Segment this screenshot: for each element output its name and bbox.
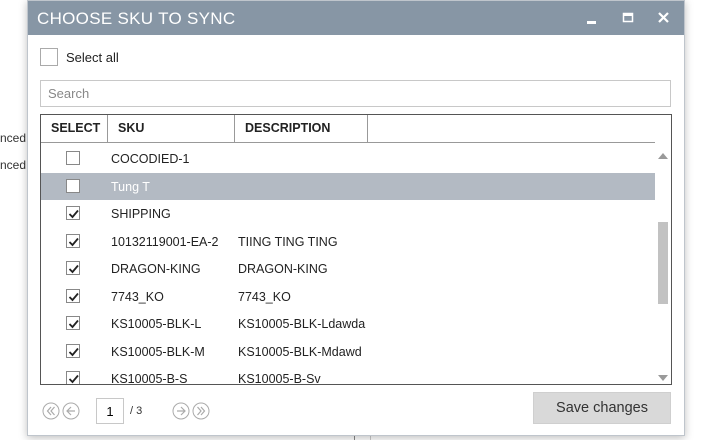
search-input[interactable] <box>40 80 671 107</box>
sku-cell: 10132119001-EA-2 <box>111 234 219 249</box>
description-cell: KS10005-BLK-Mdawd <box>238 344 362 359</box>
sku-grid: SELECT SKU DESCRIPTION COCODIED-1 Tung T S… <box>40 114 672 385</box>
checkmark-icon <box>68 292 79 301</box>
row-checkbox[interactable] <box>66 206 80 220</box>
dialog-titlebar[interactable]: CHOOSE SKU TO SYNC <box>28 1 684 35</box>
row-checkbox[interactable] <box>66 151 80 165</box>
description-cell: KS10005-BLK-Ldawda <box>238 317 366 331</box>
pager: / 3 <box>42 398 210 424</box>
last-page-icon[interactable] <box>192 402 210 420</box>
table-row[interactable]: SHIPPING <box>41 200 655 228</box>
dialog-title: CHOOSE SKU TO SYNC <box>37 9 236 28</box>
description-cell: 7743_KO <box>238 289 291 304</box>
sku-cell: Tung T <box>111 179 150 194</box>
background-text: nced <box>0 158 27 172</box>
description-cell: DRAGON-KING <box>238 262 328 276</box>
table-row[interactable]: KS10005-BLK-L KS10005-BLK-Ldawda <box>41 310 655 338</box>
checkmark-icon <box>68 237 79 246</box>
checkmark-icon <box>68 374 79 384</box>
next-page-icon[interactable] <box>172 402 190 420</box>
background-text: nced <box>0 131 27 145</box>
table-row[interactable]: DRAGON-KING DRAGON-KING <box>41 255 655 283</box>
sku-cell: KS10005-BLK-L <box>111 317 202 331</box>
checkmark-icon <box>68 347 79 356</box>
select-all-checkbox[interactable]: Select all <box>40 46 119 68</box>
minimize-icon[interactable] <box>580 7 602 29</box>
page-total: / 3 <box>130 405 143 417</box>
row-checkbox[interactable] <box>66 371 80 384</box>
row-checkbox[interactable] <box>66 233 80 248</box>
save-changes-button[interactable]: Save changes <box>533 392 671 424</box>
row-checkbox[interactable] <box>66 178 80 193</box>
description-cell: KS10005-B-Sv <box>238 372 321 385</box>
table-row[interactable]: COCODIED-1 <box>41 145 655 173</box>
sku-cell: COCODIED-1 <box>111 152 190 166</box>
scroll-thumb[interactable] <box>658 222 668 304</box>
sku-cell: 7743_KO <box>111 289 164 304</box>
table-row[interactable]: KS10005-BLK-M KS10005-BLK-Mdawd <box>41 338 655 366</box>
grid-scrollbar[interactable] <box>655 142 671 384</box>
checkmark-icon <box>68 209 79 219</box>
select-all-box[interactable] <box>40 48 58 66</box>
scroll-down-icon[interactable] <box>657 370 669 381</box>
column-header-sku[interactable]: SKU <box>108 115 235 142</box>
scroll-up-icon[interactable] <box>657 148 669 159</box>
prev-page-icon[interactable] <box>62 402 80 420</box>
grid-header: SELECT SKU DESCRIPTION <box>41 115 655 143</box>
checkmark-icon <box>68 264 79 274</box>
checkmark-icon <box>68 319 79 329</box>
sku-cell: KS10005-BLK-M <box>111 344 205 359</box>
grid-rows: COCODIED-1 Tung T SHIPPING 10132119001-EA-2… <box>41 145 655 385</box>
table-row[interactable]: 10132119001-EA-2 TIING TING TING <box>41 228 655 256</box>
column-header-description[interactable]: DESCRIPTION <box>235 115 368 142</box>
page-number-input[interactable] <box>96 398 124 424</box>
row-checkbox[interactable] <box>66 261 80 275</box>
row-checkbox[interactable] <box>66 316 80 330</box>
close-icon[interactable] <box>653 7 675 29</box>
sku-cell: KS10005-B-S <box>111 372 188 385</box>
table-row[interactable]: KS10005-B-S KS10005-B-Sv <box>41 365 655 385</box>
select-all-label: Select all <box>66 49 119 65</box>
row-checkbox[interactable] <box>66 288 80 303</box>
sku-cell: DRAGON-KING <box>111 262 201 276</box>
description-cell: TIING TING TING <box>238 234 338 249</box>
sku-cell: SHIPPING <box>111 207 171 221</box>
row-checkbox[interactable] <box>66 343 80 358</box>
column-header-select[interactable]: SELECT <box>41 115 108 142</box>
sku-sync-dialog: CHOOSE SKU TO SYNC Select all SELECT SKU… <box>27 0 685 436</box>
first-page-icon[interactable] <box>42 402 60 420</box>
table-row[interactable]: Tung T <box>41 172 655 200</box>
maximize-icon[interactable] <box>617 7 639 29</box>
table-row[interactable]: 7743_KO 7743_KO <box>41 283 655 311</box>
